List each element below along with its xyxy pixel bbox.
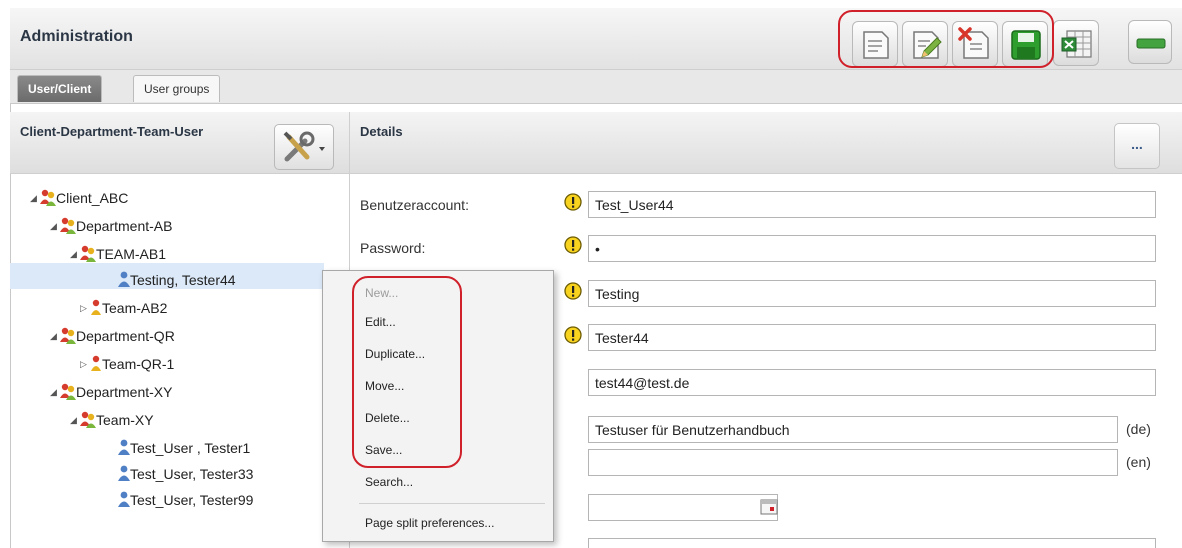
tree-item-label: TEAM-AB1 <box>96 246 167 262</box>
calendar-icon[interactable] <box>760 499 778 515</box>
tools-icon <box>283 131 325 162</box>
tree-item-label: Team-QR-1 <box>102 356 175 372</box>
menu-item-edit[interactable]: Edit... <box>365 310 396 334</box>
team-group-icon <box>90 354 102 379</box>
account-field[interactable] <box>588 191 1156 218</box>
collapsed-arrow-icon[interactable]: ▷ <box>80 352 90 376</box>
tree-item-label: Team-XY <box>96 412 154 428</box>
user-icon <box>118 490 130 515</box>
expanded-arrow-icon[interactable]: ◢ <box>70 408 80 432</box>
tree-panel-title: Client-Department-Team-User <box>20 124 204 139</box>
account-label: Benutzeraccount: <box>360 197 469 213</box>
edit-button[interactable] <box>902 21 948 67</box>
description-en-field[interactable] <box>588 449 1118 476</box>
minimize-icon <box>1136 38 1166 49</box>
user-icon <box>118 464 130 489</box>
tab-user-client[interactable]: User/Client <box>17 75 103 102</box>
menu-item-duplicate[interactable]: Duplicate... <box>365 342 425 366</box>
lastname-field[interactable] <box>588 280 1156 307</box>
tree-item-label: Department-XY <box>76 384 173 400</box>
more-options-button[interactable]: ... <box>1114 123 1160 169</box>
partial-field <box>588 538 1156 548</box>
details-panel-title: Details <box>360 124 403 139</box>
excel-export-button[interactable] <box>1053 20 1099 66</box>
tree-item-team[interactable]: ◢ TEAM-AB1 <box>70 242 166 266</box>
tree-item-team[interactable]: ▷ Team-QR-1 <box>80 352 174 376</box>
expanded-arrow-icon[interactable]: ◢ <box>30 186 40 210</box>
tree-item-label: Test_User, Tester99 <box>130 492 254 508</box>
warning-icon <box>564 282 582 300</box>
expanded-arrow-icon[interactable]: ◢ <box>50 324 60 348</box>
excel-export-icon <box>1061 30 1092 58</box>
tree-item-label: Team-AB2 <box>102 300 168 316</box>
firstname-field[interactable] <box>588 324 1156 351</box>
tree-item-user[interactable]: Test_User , Tester1 <box>118 436 250 460</box>
page-title: Administration <box>20 28 133 45</box>
delete-document-icon <box>958 27 989 59</box>
menu-separator <box>359 503 545 504</box>
collapsed-arrow-icon[interactable]: ▷ <box>80 296 90 320</box>
tree-item-team[interactable]: ▷ Team-AB2 <box>80 296 167 320</box>
save-icon <box>1011 30 1041 60</box>
warning-icon <box>564 236 582 254</box>
tree-item-department[interactable]: ◢ Department-AB <box>50 214 172 238</box>
tree-item-user[interactable]: Testing, Tester44 <box>118 268 236 292</box>
user-icon <box>118 438 130 463</box>
client-group-icon <box>40 188 56 213</box>
tree-item-label: Client_ABC <box>56 190 129 206</box>
user-icon <box>118 270 130 295</box>
expanded-arrow-icon[interactable]: ◢ <box>70 242 80 266</box>
tree-item-team[interactable]: ◢ Team-XY <box>70 408 154 432</box>
menu-item-delete[interactable]: Delete... <box>365 406 410 430</box>
tools-button[interactable] <box>274 124 334 170</box>
date-field[interactable] <box>588 494 778 521</box>
menu-item-move[interactable]: Move... <box>365 374 404 398</box>
team-group-icon <box>80 410 96 435</box>
tree-item-department[interactable]: ◢ Department-XY <box>50 380 172 404</box>
password-label: Password: <box>360 240 426 256</box>
save-button[interactable] <box>1002 21 1048 67</box>
department-group-icon <box>60 216 76 241</box>
tree-item-client[interactable]: ◢ Client_ABC <box>30 186 128 210</box>
expanded-arrow-icon[interactable]: ◢ <box>50 214 60 238</box>
tree-item-label: Testing, Tester44 <box>130 272 236 288</box>
new-button[interactable] <box>852 21 898 67</box>
tree-item-label: Department-AB <box>76 218 173 234</box>
tab-bar: User/Client User groups <box>10 70 1182 104</box>
menu-item-new[interactable]: New... <box>365 281 398 305</box>
minimize-button[interactable] <box>1128 20 1172 64</box>
expanded-arrow-icon[interactable]: ◢ <box>50 380 60 404</box>
tree-context-menu: New... Edit... Duplicate... Move... Dele… <box>322 270 554 542</box>
tree-item-label: Test_User , Tester1 <box>130 440 251 456</box>
menu-item-search[interactable]: Search... <box>365 470 413 494</box>
language-tag-de: (de) <box>1126 421 1151 437</box>
email-field[interactable] <box>588 369 1156 396</box>
tab-user-groups[interactable]: User groups <box>133 75 221 102</box>
team-group-icon <box>80 244 96 269</box>
tree-item-label: Test_User, Tester33 <box>130 466 254 482</box>
warning-icon <box>564 326 582 344</box>
password-field[interactable] <box>588 235 1156 262</box>
description-de-field[interactable] <box>588 416 1118 443</box>
admin-header: Administration <box>10 8 1182 70</box>
new-document-icon <box>863 31 889 59</box>
tree-item-label: Department-QR <box>76 328 175 344</box>
details-panel-header: Details ... <box>350 112 1182 174</box>
edit-document-icon <box>913 31 942 59</box>
tree-item-department[interactable]: ◢ Department-QR <box>50 324 175 348</box>
team-group-icon <box>90 298 102 323</box>
language-tag-en: (en) <box>1126 454 1151 470</box>
menu-item-save[interactable]: Save... <box>365 438 402 462</box>
tree-item-user[interactable]: Test_User, Tester99 <box>118 488 253 512</box>
department-group-icon <box>60 382 76 407</box>
menu-item-page-split-preferences[interactable]: Page split preferences... <box>365 511 494 535</box>
warning-icon <box>564 193 582 211</box>
delete-button[interactable] <box>952 21 998 67</box>
tree-item-user[interactable]: Test_User, Tester33 <box>118 462 253 486</box>
tree-panel-header: Client-Department-Team-User <box>10 112 349 174</box>
department-group-icon <box>60 326 76 351</box>
